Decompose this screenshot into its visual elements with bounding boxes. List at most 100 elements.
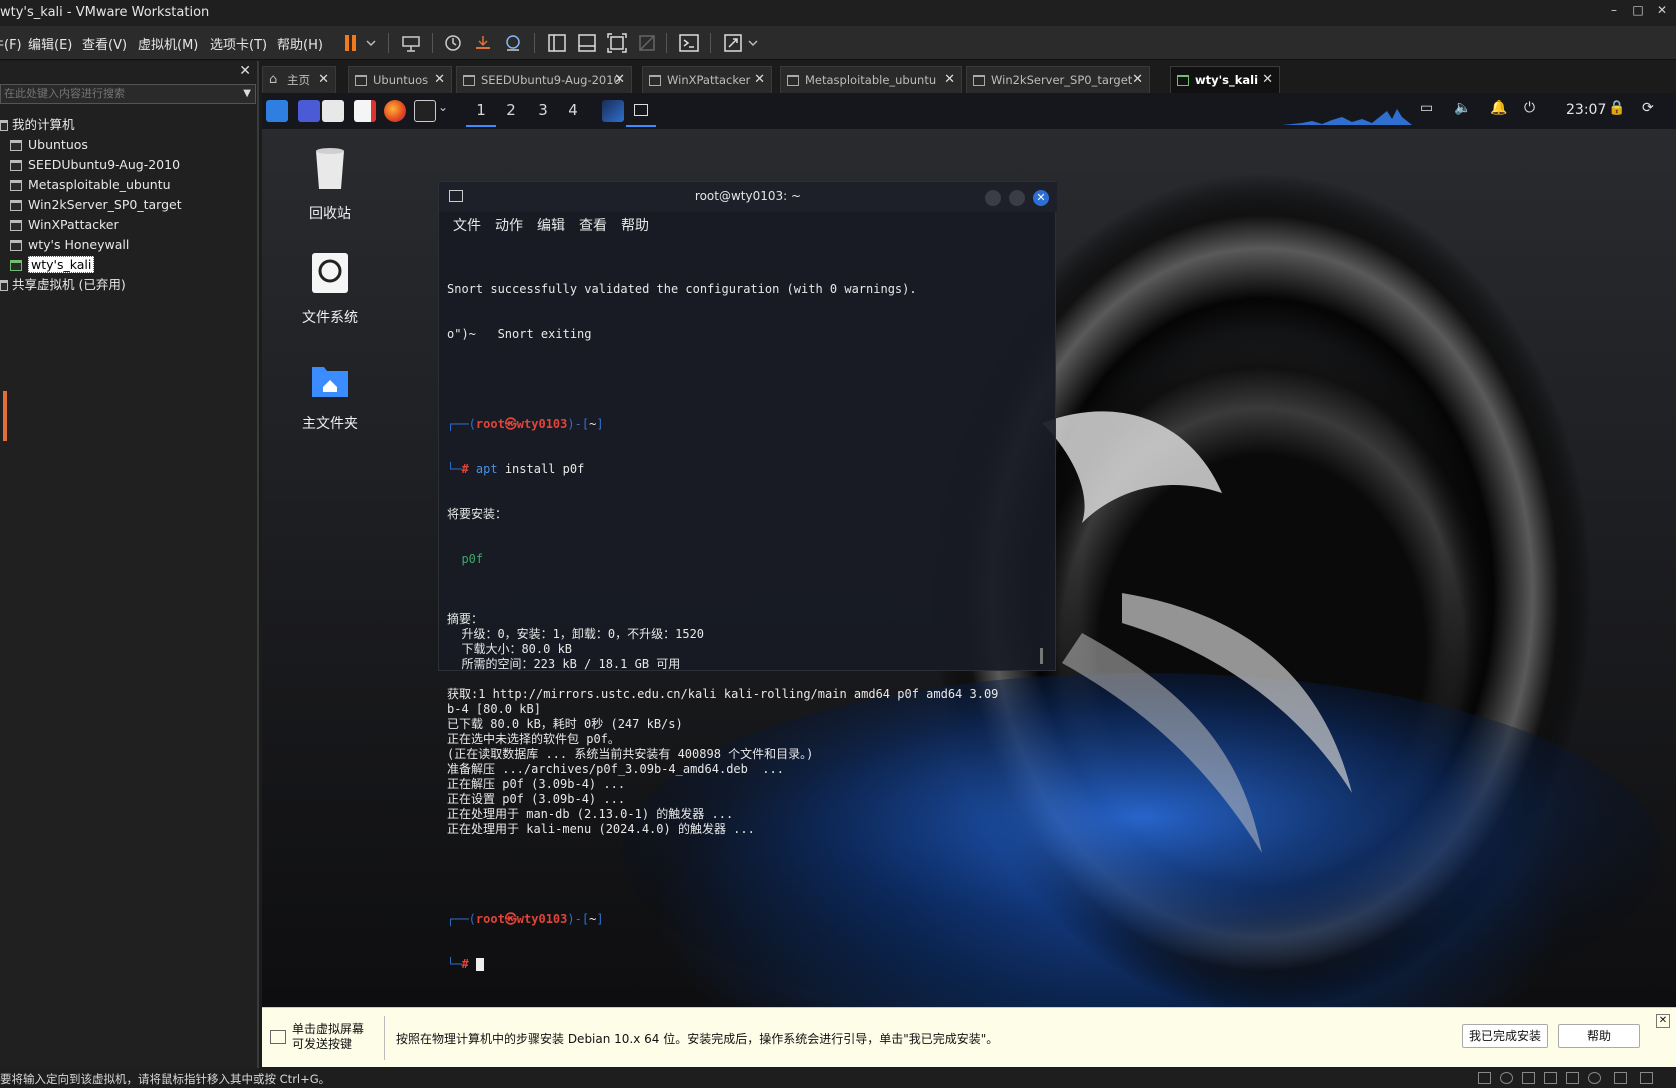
minimize-button[interactable]: – [1604,3,1624,17]
close-icon[interactable]: ✕ [1262,67,1273,93]
help-button[interactable]: 帮助 [1558,1024,1640,1048]
menu-toolbar: 文件(F) 编辑(E) 查看(V) 虚拟机(M) 选项卡(T) 帮助(H) [0,26,1676,60]
terminal-scrollbar[interactable] [1040,648,1043,664]
library-search-input[interactable] [0,84,256,104]
tree-item-vm[interactable]: WinXPattacker [0,215,256,235]
workspace-3[interactable]: 3 [528,99,558,127]
close-icon[interactable]: ✕ [434,67,445,93]
usb-icon[interactable] [1588,1072,1601,1084]
terminal-menu-help[interactable]: 帮助 [621,215,649,235]
sidebar-scroll-indicator[interactable] [3,391,7,441]
desktop-trash[interactable]: 回收站 [280,147,380,223]
revert-snapshot-icon[interactable] [472,32,494,54]
cd-rom-icon[interactable] [1500,1072,1513,1084]
chevron-down-icon[interactable]: ▼ [243,88,251,99]
full-screen-icon[interactable] [606,32,628,54]
minimize-button[interactable] [985,190,1001,206]
terminal-titlebar[interactable]: root@wty0103: ~ ✕ [439,182,1057,212]
finished-install-button[interactable]: 我已完成安装 [1462,1024,1548,1048]
terminal-menu-actions[interactable]: 动作 [495,215,523,235]
desktop-icon-label: 主文件夹 [302,416,358,432]
close-icon[interactable]: ✕ [1033,190,1049,206]
tab-winxpattacker[interactable]: WinXPattacker ✕ [642,66,772,93]
logout-icon[interactable]: ⟳ [1642,100,1654,116]
menu-vm[interactable]: 虚拟机(M) [138,34,198,53]
terminal-menu-view[interactable]: 查看 [579,215,607,235]
workspace-2[interactable]: 2 [496,99,526,127]
close-icon[interactable]: ✕ [1656,1014,1670,1028]
menu-edit[interactable]: 编辑(E) [28,34,72,53]
vm-console-screen[interactable]: ⌄ 1 2 3 4 ▭ 🔈 🔔 ⏻ 23:07 🔒 ⟳ 回收站 文件系统 主文件… [262,93,1676,1007]
close-window-button[interactable]: ✕ [1652,3,1672,17]
tree-item-vm[interactable]: Ubuntuos [0,135,256,155]
lock-icon[interactable]: 🔒 [1608,100,1625,116]
active-window-icon[interactable] [602,100,624,122]
hard-disk-icon[interactable] [1478,1072,1491,1084]
desktop-home-folder[interactable]: 主文件夹 [280,357,380,433]
power-icon[interactable]: ⏻ [1524,100,1535,116]
terminal-icon[interactable] [414,100,436,122]
close-icon[interactable]: ✕ [944,67,955,93]
menu-tabs[interactable]: 选项卡(T) [210,34,267,53]
terminal-output[interactable]: Snort successfully validated the configu… [447,252,1045,1002]
desktop-icon[interactable] [298,100,320,122]
tree-item-vm[interactable]: Metasploitable_ubuntu [0,175,256,195]
menu-file[interactable]: 文件(F) [0,34,22,53]
volume-icon[interactable]: 🔈 [1454,100,1471,116]
close-icon[interactable]: ✕ [318,67,329,93]
tree-shared-vms[interactable]: 共享虚拟机 (已弃用) [0,275,256,295]
terminal-menu-edit[interactable]: 编辑 [537,215,565,235]
tree-item-vm[interactable]: SEEDUbuntu9-Aug-2010 [0,155,256,175]
vm-running-icon [1177,75,1189,86]
chevron-down-icon[interactable] [746,32,768,54]
menu-help[interactable]: 帮助(H) [277,34,323,53]
pause-icon[interactable] [340,32,362,54]
firefox-icon[interactable] [384,100,406,122]
snapshot-icon[interactable] [442,32,464,54]
maximize-button[interactable]: □ [1628,3,1648,17]
terminal-window[interactable]: root@wty0103: ~ ✕ 文件 动作 编辑 查看 帮助 Snort s… [438,181,1057,971]
tab-ubuntuos[interactable]: Ubuntuos ✕ [348,66,452,93]
console-view-icon[interactable] [678,32,700,54]
close-icon[interactable]: ✕ [754,67,765,93]
display-icon[interactable] [1614,1072,1627,1084]
desktop-filesystem[interactable]: 文件系统 [280,251,380,327]
notification-bell-icon[interactable]: 🔔 [1490,100,1507,116]
terminal-menu-file[interactable]: 文件 [453,215,481,235]
tab-win2kserver[interactable]: Win2kServer_SP0_target ✕ [966,66,1150,93]
tab-metasploitable[interactable]: Metasploitable_ubuntu ✕ [780,66,962,93]
close-library-button[interactable]: ✕ [239,63,251,79]
menu-view[interactable]: 查看(V) [82,34,127,53]
close-icon[interactable]: ✕ [614,67,625,93]
show-library-icon[interactable] [546,32,568,54]
tab-wtys-kali[interactable]: wty's_kali ✕ [1170,66,1280,93]
tree-item-vm-selected[interactable]: wty's_kali [0,255,256,275]
maximize-button[interactable] [1009,190,1025,206]
message-log-icon[interactable] [1640,1072,1653,1084]
tree-item-label: Ubuntuos [28,137,88,152]
thumbnail-bar-icon[interactable] [576,32,598,54]
display-icon[interactable]: ▭ [1420,100,1433,116]
tree-item-vm[interactable]: Win2kServer_SP0_target [0,195,256,215]
unity-mode-icon[interactable] [636,32,658,54]
chevron-down-icon[interactable] [364,32,386,54]
terminal-window-button[interactable] [626,99,656,127]
snapshot-manager-icon[interactable] [502,32,524,54]
send-ctrl-alt-del-icon[interactable] [400,32,422,54]
file-manager-icon[interactable] [322,100,344,122]
printer-icon[interactable] [1566,1072,1579,1084]
tab-seedubuntu[interactable]: SEEDUbuntu9-Aug-2010 ✕ [456,66,632,93]
panel-clock[interactable]: 23:07 [1566,102,1606,118]
workspace-4[interactable]: 4 [558,99,588,127]
tree-root[interactable]: 我的计算机 [0,115,256,135]
sound-card-icon[interactable] [1544,1072,1557,1084]
tree-item-vm[interactable]: wty's Honeywall [0,235,256,255]
tab-home[interactable]: ⌂ 主页 ✕ [262,66,336,93]
chevron-down-icon[interactable]: ⌄ [438,100,452,122]
close-icon[interactable]: ✕ [1132,67,1143,93]
kali-menu-icon[interactable] [266,100,288,122]
workspace-1[interactable]: 1 [466,99,496,127]
stretch-guest-icon[interactable] [722,32,744,54]
text-editor-icon[interactable] [354,100,376,122]
network-adapter-icon[interactable] [1522,1072,1535,1084]
